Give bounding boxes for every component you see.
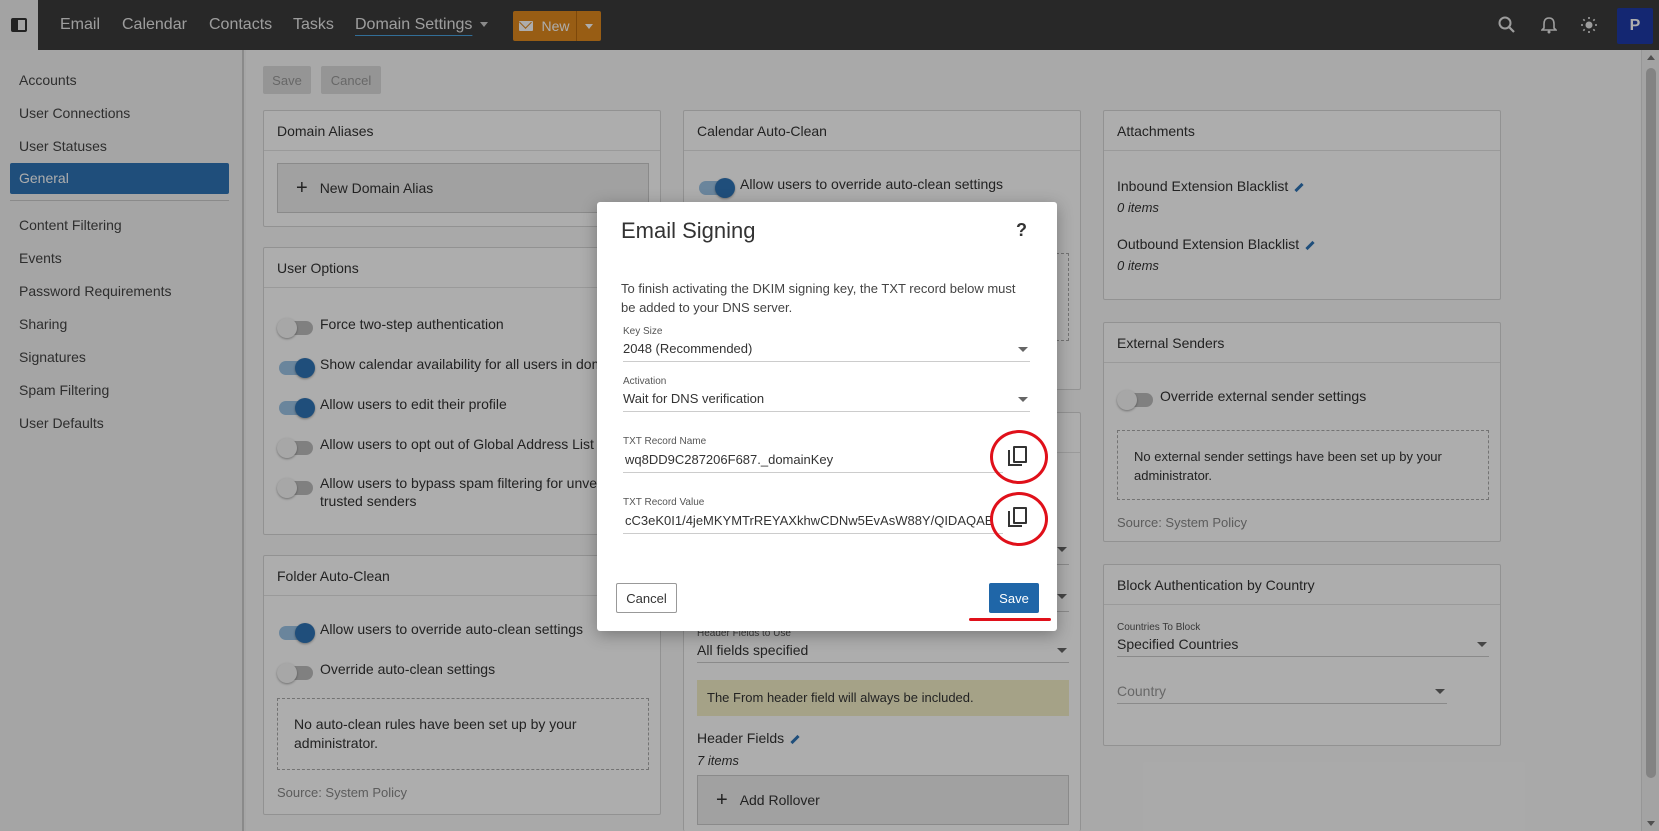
txt-record-value-label: TXT Record Value bbox=[623, 497, 705, 508]
txt-record-name-field[interactable]: wq8DD9C287206F687._domainKey bbox=[623, 452, 1003, 473]
dialog-save-button[interactable]: Save bbox=[989, 583, 1039, 613]
dialog-cancel-button[interactable]: Cancel bbox=[616, 583, 677, 613]
chevron-down-icon bbox=[1018, 397, 1028, 402]
chevron-down-icon bbox=[1018, 347, 1028, 352]
annotation-underline bbox=[969, 618, 1051, 621]
activation-value: Wait for DNS verification bbox=[623, 391, 765, 406]
help-button[interactable]: ? bbox=[1016, 220, 1027, 241]
key-size-value: 2048 (Recommended) bbox=[623, 341, 753, 356]
key-size-select[interactable]: 2048 (Recommended) bbox=[623, 341, 1030, 362]
email-signing-dialog: Email Signing ? To finish activating the… bbox=[597, 202, 1057, 631]
annotation-circle bbox=[990, 492, 1048, 546]
txt-record-value-text: cC3eK0I1/4jeMKYMTrREYAXkhwCDNw5EvAsW88Y/… bbox=[625, 513, 994, 528]
dialog-description: To finish activating the DKIM signing ke… bbox=[621, 281, 1016, 315]
txt-record-name-label: TXT Record Name bbox=[623, 436, 707, 447]
key-size-label: Key Size bbox=[623, 326, 663, 337]
annotation-circle bbox=[990, 430, 1048, 484]
txt-record-value-field[interactable]: cC3eK0I1/4jeMKYMTrREYAXkhwCDNw5EvAsW88Y/… bbox=[623, 513, 1003, 534]
dialog-title: Email Signing bbox=[621, 218, 756, 243]
activation-select[interactable]: Wait for DNS verification bbox=[623, 391, 1030, 412]
activation-label: Activation bbox=[623, 376, 667, 387]
